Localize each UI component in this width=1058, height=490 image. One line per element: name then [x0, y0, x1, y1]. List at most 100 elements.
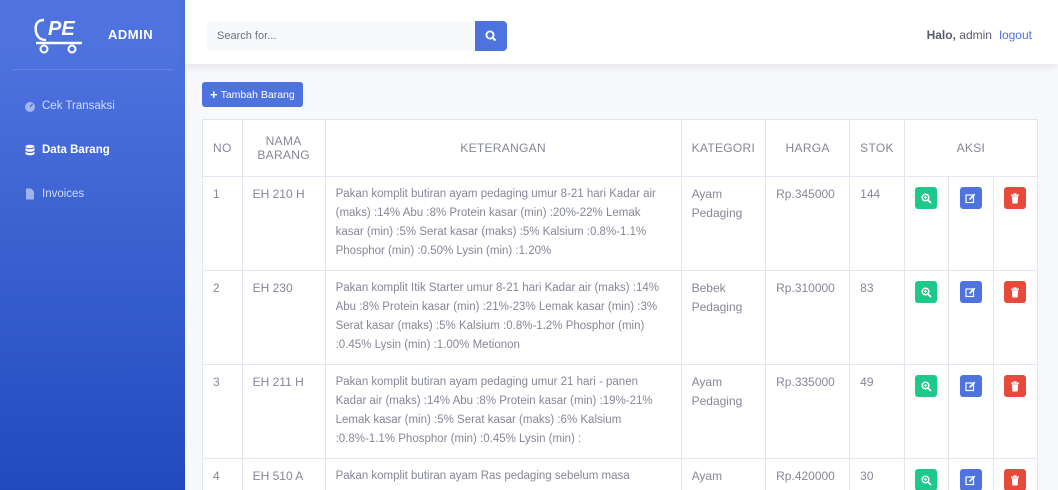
zoom-in-icon — [921, 192, 932, 204]
logo-text: PE — [48, 18, 75, 40]
cell-detail — [903, 364, 950, 459]
logout-link[interactable]: logout — [999, 28, 1032, 42]
cell-detail — [903, 176, 950, 271]
file-icon — [26, 188, 34, 200]
cell-harga: Rp.345000 — [765, 176, 851, 271]
edit-button[interactable] — [959, 375, 982, 397]
sidebar-item-invoices[interactable]: Invoices — [0, 172, 185, 216]
cell-delete — [992, 458, 1039, 490]
search-icon — [485, 30, 497, 42]
edit-button[interactable] — [959, 469, 982, 490]
detail-button[interactable] — [915, 281, 938, 303]
col-header-nama-line1: NAMA — [265, 134, 302, 148]
cell-edit — [948, 458, 994, 490]
cell-kategori: Ayam — [680, 458, 767, 490]
edit-button[interactable] — [959, 187, 982, 209]
cell-keterangan: Pakan komplit butiran ayam pedaging umur… — [324, 364, 682, 459]
delete-button[interactable] — [1004, 281, 1027, 303]
username: admin — [959, 28, 992, 42]
search-input[interactable] — [207, 21, 475, 51]
trash-icon — [1011, 286, 1020, 297]
sidebar-item-data-barang[interactable]: Data Barang — [0, 128, 185, 172]
cell-detail — [903, 458, 950, 490]
cell-keterangan: Pakan komplit butiran ayam Ras pedaging … — [324, 458, 682, 490]
plus-icon: + — [210, 87, 218, 102]
col-header-aksi: AKSI — [903, 119, 1039, 177]
cell-stok: 49 — [849, 364, 905, 459]
topbar: Halo, admin logout — [185, 0, 1058, 64]
trash-icon — [1011, 192, 1020, 203]
sidebar-item-label: Invoices — [42, 188, 85, 200]
trash-icon — [1011, 474, 1020, 485]
truck-logo-icon: PE — [34, 18, 82, 53]
zoom-in-icon — [921, 380, 932, 392]
col-header-no: NO — [202, 119, 243, 177]
col-header-keterangan: KETERANGAN — [324, 119, 682, 177]
cell-nama: EH 230 — [241, 270, 326, 365]
greeting-text: Halo, — [926, 28, 956, 42]
edit-icon — [965, 381, 976, 391]
zoom-in-icon — [921, 474, 932, 486]
database-icon — [25, 144, 35, 156]
cell-nama: EH 210 H — [241, 176, 326, 271]
table-row: 2 EH 230 Pakan komplit Itik Starter umur… — [202, 270, 1039, 365]
col-header-stok: STOK — [849, 119, 905, 177]
cell-harga: Rp.310000 — [765, 270, 851, 365]
cell-keterangan: Pakan komplit butiran ayam pedaging umur… — [324, 176, 682, 271]
delete-button[interactable] — [1004, 375, 1027, 397]
add-item-button[interactable]: + Tambah Barang — [202, 82, 303, 107]
cell-harga: Rp.335000 — [765, 364, 851, 459]
items-table: NO NAMA BARANG KETERANGAN KATEGORI HARGA… — [202, 119, 1039, 490]
edit-button[interactable] — [959, 281, 982, 303]
cell-edit — [948, 270, 994, 365]
dashboard-icon — [25, 102, 35, 112]
detail-button[interactable] — [915, 375, 938, 397]
sidebar: PE ADMIN Cek Transaksi Data Barang Invoi… — [0, 0, 185, 490]
cell-kategori: Ayam Pedaging — [680, 176, 767, 271]
sidebar-item-label: Data Barang — [42, 144, 110, 156]
col-header-nama: NAMA BARANG — [241, 119, 326, 177]
table-row: 4 EH 510 A Pakan komplit butiran ayam Ra… — [202, 458, 1039, 490]
cell-harga: Rp.420000 — [765, 458, 851, 490]
sidebar-brand[interactable]: PE ADMIN — [12, 0, 173, 70]
cell-nama: EH 211 H — [241, 364, 326, 459]
search-button[interactable] — [475, 21, 507, 51]
cell-edit — [948, 364, 994, 459]
col-header-nama-line2: BARANG — [257, 148, 310, 162]
cell-stok: 30 — [849, 458, 905, 490]
cell-delete — [992, 176, 1039, 271]
cell-nama: EH 510 A — [241, 458, 326, 490]
cell-no: 1 — [202, 176, 243, 271]
sidebar-item-cek-transaksi[interactable]: Cek Transaksi — [0, 84, 185, 128]
edit-icon — [965, 287, 976, 297]
detail-button[interactable] — [915, 469, 938, 490]
table-row: 1 EH 210 H Pakan komplit butiran ayam pe… — [202, 176, 1039, 271]
cell-keterangan: Pakan komplit Itik Starter umur 8-21 har… — [324, 270, 682, 365]
delete-button[interactable] — [1004, 469, 1027, 490]
cell-stok: 83 — [849, 270, 905, 365]
detail-button[interactable] — [915, 187, 938, 209]
add-item-label: Tambah Barang — [220, 88, 295, 101]
col-header-kategori: KATEGORI — [680, 119, 767, 177]
col-header-harga: HARGA — [765, 119, 851, 177]
edit-icon — [965, 193, 976, 203]
cell-kategori: Ayam Pedaging — [680, 364, 767, 459]
trash-icon — [1011, 380, 1020, 391]
sidebar-item-label: Cek Transaksi — [42, 100, 115, 112]
user-info: Halo, admin logout — [927, 28, 1032, 42]
cell-no: 3 — [202, 364, 243, 459]
cell-edit — [948, 176, 994, 271]
cell-no: 4 — [202, 458, 243, 490]
zoom-in-icon — [921, 286, 932, 298]
cell-delete — [992, 364, 1039, 459]
cell-kategori: Bebek Pedaging — [680, 270, 767, 365]
table-header-row: NO NAMA BARANG KETERANGAN KATEGORI HARGA… — [202, 119, 1039, 177]
cell-no: 2 — [202, 270, 243, 365]
cell-detail — [903, 270, 950, 365]
table-row: 3 EH 211 H Pakan komplit butiran ayam pe… — [202, 364, 1039, 459]
search-bar — [207, 21, 507, 51]
delete-button[interactable] — [1004, 187, 1027, 209]
cell-delete — [992, 270, 1039, 365]
brand-title: ADMIN — [108, 27, 154, 42]
cell-stok: 144 — [849, 176, 905, 271]
